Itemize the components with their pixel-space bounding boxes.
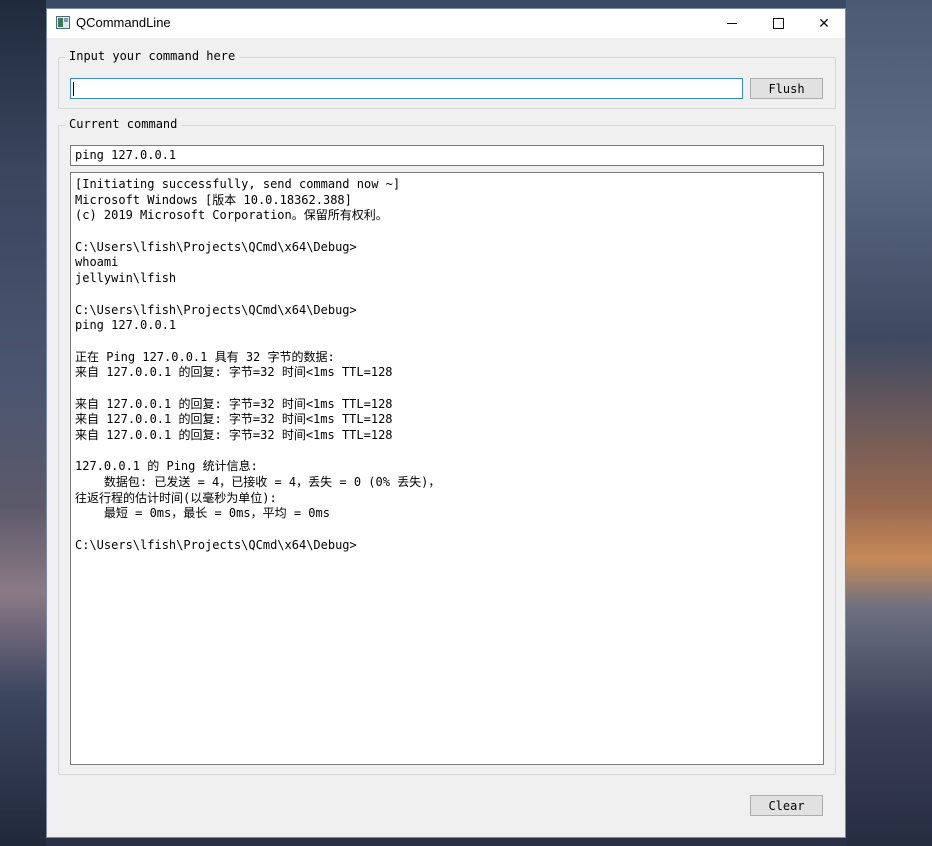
console-line: C:\Users\lfish\Projects\QCmd\x64\Debug> [75, 537, 357, 552]
console-line: ping 127.0.0.1 [75, 318, 177, 333]
app-window: QCommandLine ✕ Input your command here F… [46, 8, 846, 838]
desktop-wallpaper-right [846, 0, 932, 846]
flush-button[interactable]: Flush [750, 78, 823, 99]
console-output[interactable]: [Initiating successfully, send command n… [70, 172, 824, 765]
current-command-group: Current command ping 127.0.0.1 [Initiati… [58, 117, 836, 775]
input-command-group: Input your command here Flush [58, 49, 836, 109]
console-line: 往返行程的估计时间(以毫秒为单位): [75, 490, 277, 505]
console-line: 来自 127.0.0.1 的回复: 字节=32 时间<1ms TTL=128 [75, 365, 393, 380]
console-line: 来自 127.0.0.1 的回复: 字节=32 时间<1ms TTL=128 [75, 412, 393, 427]
current-group-title: Current command [65, 117, 182, 131]
console-line: C:\Users\lfish\Projects\QCmd\x64\Debug> [75, 239, 357, 254]
minimize-icon [727, 23, 737, 24]
console-line: 来自 127.0.0.1 的回复: 字节=32 时间<1ms TTL=128 [75, 428, 393, 442]
console-line: 正在 Ping 127.0.0.1 具有 32 字节的数据: [75, 349, 335, 364]
console-line: 数据包: 已发送 = 4，已接收 = 4，丢失 = 0 (0% 丢失)， [75, 475, 441, 490]
title-bar[interactable]: QCommandLine ✕ [47, 9, 845, 39]
maximize-icon [772, 18, 784, 29]
input-group-title: Input your command here [65, 49, 240, 63]
console-line: Microsoft Windows [版本 10.0.18362.388] [75, 192, 352, 207]
close-icon: ✕ [818, 15, 830, 32]
console-line: 127.0.0.1 的 Ping 统计信息: [75, 459, 258, 474]
console-line: jellywin\lfish [75, 271, 177, 286]
console-line: C:\Users\lfish\Projects\QCmd\x64\Debug> [75, 302, 357, 317]
console-line: [Initiating successfully, send command n… [75, 177, 401, 191]
console-line: whoami [75, 255, 119, 270]
console-line: (c) 2019 Microsoft Corporation。保留所有权利。 [75, 208, 388, 223]
app-icon [56, 16, 70, 29]
desktop-wallpaper-left [0, 0, 46, 846]
maximize-button[interactable] [755, 9, 801, 38]
minimize-button[interactable] [709, 9, 755, 38]
close-button[interactable]: ✕ [801, 9, 847, 38]
text-caret [73, 82, 74, 96]
clear-button[interactable]: Clear [750, 795, 823, 816]
console-line: 来自 127.0.0.1 的回复: 字节=32 时间<1ms TTL=128 [75, 396, 393, 411]
window-title: QCommandLine [76, 15, 171, 30]
command-input[interactable] [70, 78, 743, 99]
console-line: 最短 = 0ms，最长 = 0ms，平均 = 0ms [75, 506, 330, 521]
current-command-field[interactable]: ping 127.0.0.1 [70, 145, 824, 166]
